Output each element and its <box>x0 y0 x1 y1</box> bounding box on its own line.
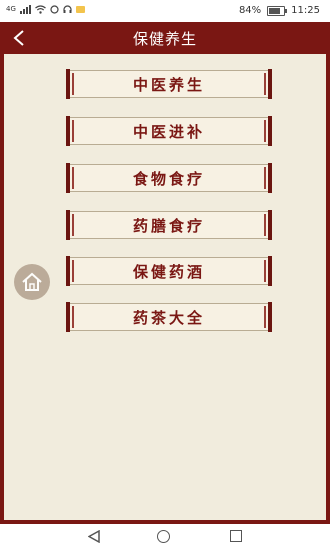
menu-item-label: 药膳食疗 <box>132 216 205 235</box>
button-inner-left <box>72 73 74 95</box>
home-icon <box>22 272 42 291</box>
button-cap-right <box>268 302 272 332</box>
button-inner-left <box>72 167 74 189</box>
menu-item-baojian-yaojiu[interactable]: 保健药酒 <box>66 256 272 286</box>
menu-item-yaocha-daquan[interactable]: 药茶大全 <box>66 302 272 332</box>
button-inner-right <box>264 260 266 282</box>
menu-item-label: 中医养生 <box>132 75 205 94</box>
button-cap-left <box>66 210 70 240</box>
page-title: 保健养生 <box>132 29 197 48</box>
network-type: 4G <box>6 5 16 13</box>
wifi-icon <box>35 4 46 14</box>
menu-item-zhongyi-jinbu[interactable]: 中医进补 <box>66 116 272 146</box>
button-inner-left <box>72 120 74 142</box>
circle-home-icon[interactable] <box>157 530 170 543</box>
system-nav-bar <box>0 524 330 550</box>
button-inner-left <box>72 214 74 236</box>
menu-item-shiwu-shiliao[interactable]: 食物食疗 <box>66 163 272 193</box>
status-left: 4G <box>6 4 85 14</box>
app-header: 保健养生 <box>0 22 330 54</box>
button-inner-right <box>264 306 266 328</box>
button-cap-left <box>66 256 70 286</box>
button-cap-right <box>268 69 272 99</box>
battery-icon <box>267 5 288 16</box>
status-bar: 4G 84% 11:25 <box>0 0 330 22</box>
menu-item-label: 食物食疗 <box>132 169 205 188</box>
button-cap-left <box>66 302 70 332</box>
button-inner-left <box>72 306 74 328</box>
signal-icon <box>19 4 31 14</box>
status-right: 84% 11:25 <box>239 5 320 16</box>
button-inner-left <box>72 260 74 282</box>
menu-item-label: 中医进补 <box>132 122 205 141</box>
button-inner-right <box>264 167 266 189</box>
button-cap-left <box>66 163 70 193</box>
button-cap-right <box>268 210 272 240</box>
mail-icon <box>75 5 85 13</box>
button-cap-left <box>66 116 70 146</box>
button-inner-right <box>264 120 266 142</box>
menu-panel: 中医养生 中医进补 食物食疗 药膳食疗 保健药酒 药茶大全 <box>0 54 330 524</box>
button-cap-right <box>268 116 272 146</box>
button-cap-right <box>268 256 272 286</box>
clock: 11:25 <box>291 5 320 16</box>
menu-item-label: 保健药酒 <box>132 262 205 281</box>
circle-notification-icon <box>50 4 59 14</box>
button-inner-right <box>264 73 266 95</box>
floating-home-button[interactable] <box>14 264 50 300</box>
square-recent-icon[interactable] <box>230 530 242 542</box>
menu-item-label: 药茶大全 <box>132 308 205 327</box>
battery-percent: 84% <box>238 5 262 16</box>
menu-item-yaoshan-shiliao[interactable]: 药膳食疗 <box>66 210 272 240</box>
button-cap-right <box>268 163 272 193</box>
headset-icon <box>63 4 72 13</box>
menu-item-zhongyi-yangsheng[interactable]: 中医养生 <box>66 69 272 99</box>
button-inner-right <box>264 214 266 236</box>
triangle-back-icon[interactable] <box>88 530 100 543</box>
button-cap-left <box>66 69 70 99</box>
